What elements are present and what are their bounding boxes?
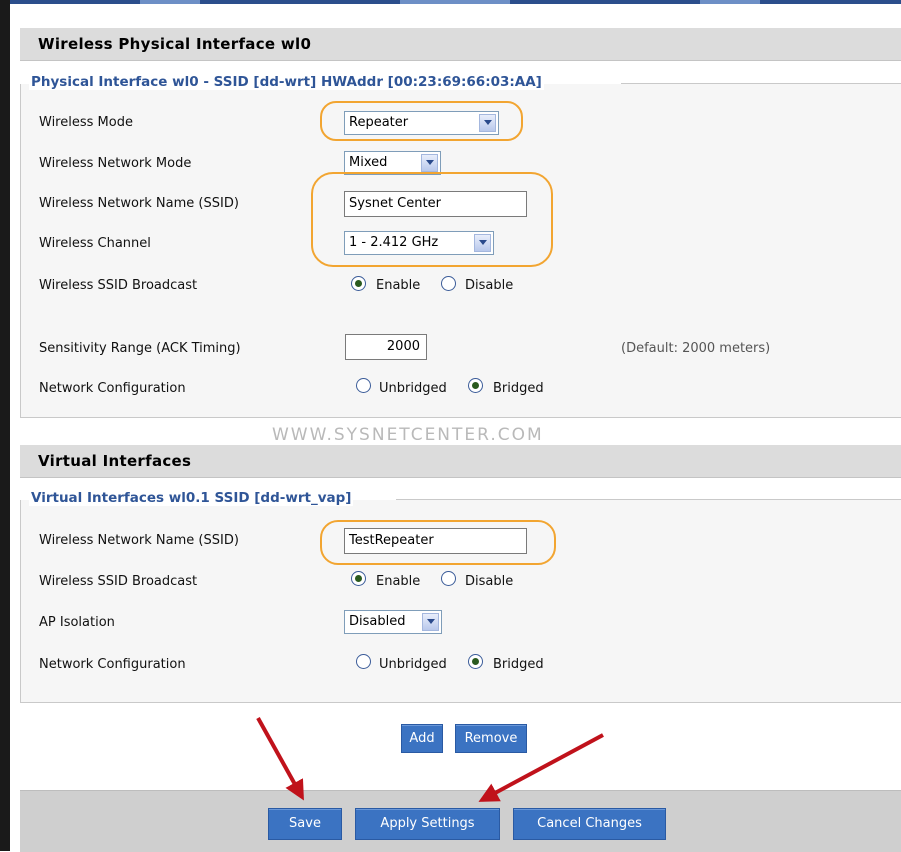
chevron-down-icon <box>474 234 491 252</box>
remove-button[interactable]: Remove <box>455 724 527 753</box>
ap-isolation-label: AP Isolation <box>39 615 115 630</box>
network-config-unbridged-radio[interactable] <box>356 378 371 393</box>
ap-isolation-select[interactable]: Disabled <box>344 610 442 634</box>
save-button[interactable]: Save <box>268 808 342 840</box>
channel-label: Wireless Channel <box>39 236 151 251</box>
virtual-network-config-unbridged-radio[interactable] <box>356 654 371 669</box>
chevron-down-icon <box>479 114 496 132</box>
virtual-ssid-broadcast-enable-label: Enable <box>376 574 421 589</box>
network-mode-label: Wireless Network Mode <box>39 156 192 171</box>
sensitivity-label: Sensitivity Range (ACK Timing) <box>39 341 241 356</box>
ssid-broadcast-enable-label: Enable <box>376 278 421 293</box>
virtual-ssid-broadcast-enable-radio[interactable] <box>351 571 366 586</box>
channel-value: 1 - 2.412 GHz <box>349 235 439 250</box>
apply-settings-button[interactable]: Apply Settings <box>355 808 500 840</box>
add-button[interactable]: Add <box>401 724 443 753</box>
network-mode-value: Mixed <box>349 155 388 170</box>
physical-interface-fieldset: Physical Interface wl0 - SSID [dd-wrt] H… <box>20 74 901 418</box>
wireless-mode-label: Wireless Mode <box>39 115 133 130</box>
virtual-interfaces-legend: Virtual Interfaces wl0.1 SSID [dd-wrt_va… <box>29 490 354 506</box>
top-border-segment <box>140 0 200 4</box>
ssid-broadcast-label: Wireless SSID Broadcast <box>39 278 198 293</box>
physical-interface-legend: Physical Interface wl0 - SSID [dd-wrt] H… <box>29 74 544 90</box>
chevron-down-icon <box>421 154 438 172</box>
wireless-mode-select[interactable]: Repeater <box>344 111 499 135</box>
top-border <box>0 0 901 4</box>
top-border-segment <box>400 0 510 4</box>
network-config-bridged-radio[interactable] <box>468 378 483 393</box>
wireless-mode-value: Repeater <box>349 115 409 130</box>
channel-select[interactable]: 1 - 2.412 GHz <box>344 231 494 255</box>
ap-isolation-value: Disabled <box>349 614 406 629</box>
ssid-input[interactable]: Sysnet Center <box>344 191 527 217</box>
sensitivity-input[interactable]: 2000 <box>345 334 427 360</box>
fieldset-border <box>396 499 901 500</box>
cancel-changes-button[interactable]: Cancel Changes <box>513 808 666 840</box>
virtual-network-config-bridged-radio[interactable] <box>468 654 483 669</box>
virtual-ssid-broadcast-disable-label: Disable <box>465 574 514 589</box>
ssid-broadcast-disable-radio[interactable] <box>441 276 456 291</box>
sensitivity-hint: (Default: 2000 meters) <box>621 341 771 356</box>
virtual-interfaces-header: Virtual Interfaces <box>20 445 901 478</box>
ssid-label: Wireless Network Name (SSID) <box>39 196 239 211</box>
virtual-ssid-broadcast-disable-radio[interactable] <box>441 571 456 586</box>
network-config-unbridged-label: Unbridged <box>379 381 447 396</box>
virtual-network-config-bridged-label: Bridged <box>493 657 544 672</box>
network-config-bridged-label: Bridged <box>493 381 544 396</box>
ssid-broadcast-disable-label: Disable <box>465 278 514 293</box>
left-frame-border <box>0 0 10 851</box>
virtual-interfaces-fieldset: Virtual Interfaces wl0.1 SSID [dd-wrt_va… <box>20 490 901 703</box>
ssid-broadcast-enable-radio[interactable] <box>351 276 366 291</box>
watermark: WWW.SYSNETCENTER.COM <box>272 425 544 445</box>
virtual-ssid-label: Wireless Network Name (SSID) <box>39 533 239 548</box>
physical-interface-header: Wireless Physical Interface wl0 <box>20 28 901 61</box>
virtual-network-config-unbridged-label: Unbridged <box>379 657 447 672</box>
network-config-label: Network Configuration <box>39 381 186 396</box>
virtual-ssid-input[interactable]: TestRepeater <box>344 528 527 554</box>
virtual-network-config-label: Network Configuration <box>39 657 186 672</box>
chevron-down-icon <box>422 613 439 631</box>
top-border-segment <box>700 0 760 4</box>
red-arrow-icon <box>256 717 304 801</box>
virtual-ssid-broadcast-label: Wireless SSID Broadcast <box>39 574 198 589</box>
fieldset-border <box>621 83 901 84</box>
network-mode-select[interactable]: Mixed <box>344 151 441 175</box>
